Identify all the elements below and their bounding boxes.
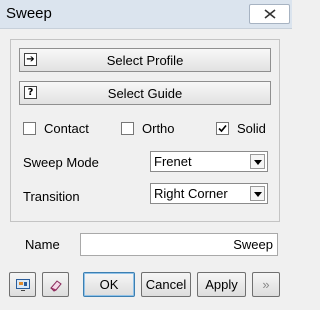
window-title: Sweep [6,5,52,22]
name-input[interactable]: Sweep [80,233,278,256]
title-bar: Sweep [0,0,292,29]
close-icon [264,9,275,19]
guide-help-icon: ? [24,86,37,99]
select-profile-button[interactable]: ➔ Select Profile [19,48,271,72]
ok-button[interactable]: OK [83,272,135,297]
apply-button-label: Apply [205,277,238,292]
cancel-button-label: Cancel [145,277,187,292]
preview-icon [15,278,30,291]
close-button[interactable] [249,4,290,24]
chevron-down-icon[interactable] [250,186,265,201]
transition-label: Transition [23,189,80,204]
checkmark-icon [218,124,227,133]
select-guide-button[interactable]: ? Select Guide [19,81,271,105]
sweep-mode-select[interactable]: Frenet [150,151,268,172]
sweep-mode-value: Frenet [154,154,192,169]
transition-select[interactable]: Right Corner [150,183,268,204]
ortho-checkbox-box[interactable] [121,122,134,135]
chevron-down-icon[interactable] [250,154,265,169]
contact-checkbox-box[interactable] [23,122,36,135]
more-button[interactable]: » [252,272,280,297]
contact-checkbox-label: Contact [44,121,89,136]
solid-checkbox-label: Solid [237,121,266,136]
contact-checkbox[interactable]: Contact [23,121,89,136]
ok-button-label: OK [99,277,119,292]
chevron-double-right-icon: » [262,277,270,292]
transition-value: Right Corner [154,186,228,201]
preview-button[interactable] [9,272,36,297]
name-label: Name [25,237,60,252]
select-profile-label: Select Profile [106,52,184,68]
ortho-checkbox-label: Ortho [142,121,175,136]
apply-button[interactable]: Apply [197,272,246,297]
ortho-checkbox[interactable]: Ortho [121,121,175,136]
solid-checkbox-box[interactable] [216,122,229,135]
eraser-icon [49,279,62,292]
eraser-button[interactable] [42,272,69,297]
cancel-button[interactable]: Cancel [141,272,191,297]
profile-select-icon: ➔ [24,53,37,66]
sweep-mode-label: Sweep Mode [23,155,99,170]
solid-checkbox[interactable]: Solid [216,121,266,136]
select-guide-label: Select Guide [107,85,183,101]
